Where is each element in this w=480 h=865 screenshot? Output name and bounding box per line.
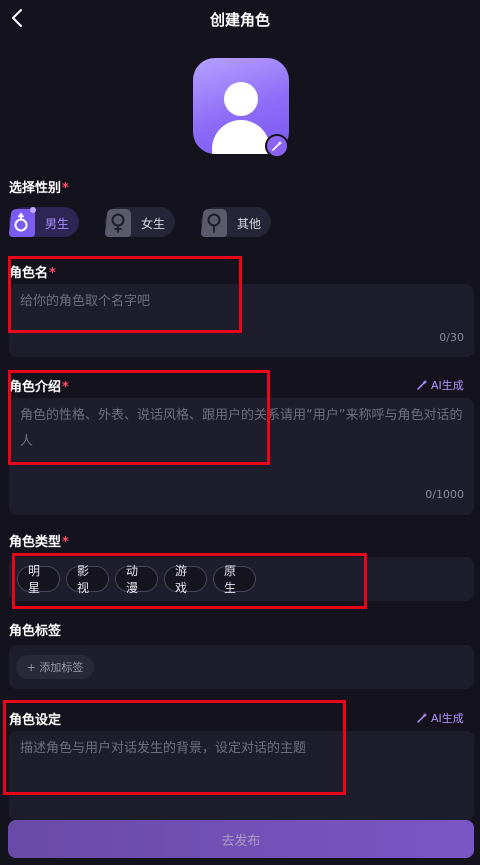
name-counter: 0/30 [439,331,464,344]
intro-ai-generate-button[interactable]: AI生成 [416,377,464,393]
gender-label-text: 选择性别 [9,181,62,196]
setting-textarea[interactable]: 描述角色与用户对话发生的背景，设定对话的主题 [9,731,474,821]
setting-label: 角色设定 [9,713,62,728]
type-chip[interactable]: 原生 [213,564,256,595]
gender-option-label: 其他 [237,217,262,231]
name-placeholder: 给你的角色取个名字吧 [20,294,151,309]
type-chip[interactable]: 动漫 [115,564,158,595]
intro-counter: 0/1000 [425,488,464,501]
male-icon [7,205,37,239]
magic-wand-icon [417,379,428,390]
setting-ai-generate-button[interactable]: AI生成 [416,710,464,726]
other-gender-icon [199,205,229,239]
name-input[interactable]: 给你的角色取个名字吧 0/30 [9,284,474,357]
gender-option-label: 女生 [141,217,166,231]
ai-generate-label: AI生成 [431,712,464,725]
magic-wand-icon[interactable] [265,134,289,158]
name-label: 角色名* [9,262,56,281]
publish-button[interactable]: 去发布 [8,820,474,858]
gender-option-label: 男生 [45,217,70,231]
avatar-head-shape [224,82,258,116]
type-chip[interactable]: 明星 [17,564,60,595]
required-mark: * [62,535,69,550]
header: 创建角色 [0,0,480,38]
intro-placeholder: 角色的性格、外表、说话风格、跟用户的关系请用“用户”来称呼与角色对话的人 [20,408,463,449]
ai-generate-label: AI生成 [431,379,464,392]
gender-label: 选择性别* [9,177,69,196]
female-icon [103,205,133,239]
type-label-text: 角色类型 [9,535,62,550]
required-mark: * [49,266,56,281]
intro-label-text: 角色介绍 [9,380,62,395]
tags-label: 角色标签 [9,624,62,639]
avatar-body-shape [212,120,270,154]
avatar-picker[interactable] [193,58,289,158]
type-chip[interactable]: 游戏 [164,564,207,595]
setting-placeholder: 描述角色与用户对话发生的背景，设定对话的主题 [20,741,307,756]
required-mark: * [62,181,69,196]
gender-option-female[interactable]: 女生 [105,207,175,237]
magic-wand-icon [417,712,428,723]
required-mark: * [62,380,69,395]
add-tag-button[interactable]: + 添加标签 [16,655,94,679]
type-chip[interactable]: 影视 [66,564,109,595]
page-title: 创建角色 [209,11,270,29]
gender-option-male[interactable]: 男生 [9,207,79,237]
intro-textarea[interactable]: 角色的性格、外表、说话风格、跟用户的关系请用“用户”来称呼与角色对话的人 0/1… [9,398,474,515]
name-label-text: 角色名 [9,266,49,281]
gender-option-other[interactable]: 其他 [201,207,271,237]
type-label: 角色类型* [9,531,69,550]
intro-label: 角色介绍* [9,376,69,395]
